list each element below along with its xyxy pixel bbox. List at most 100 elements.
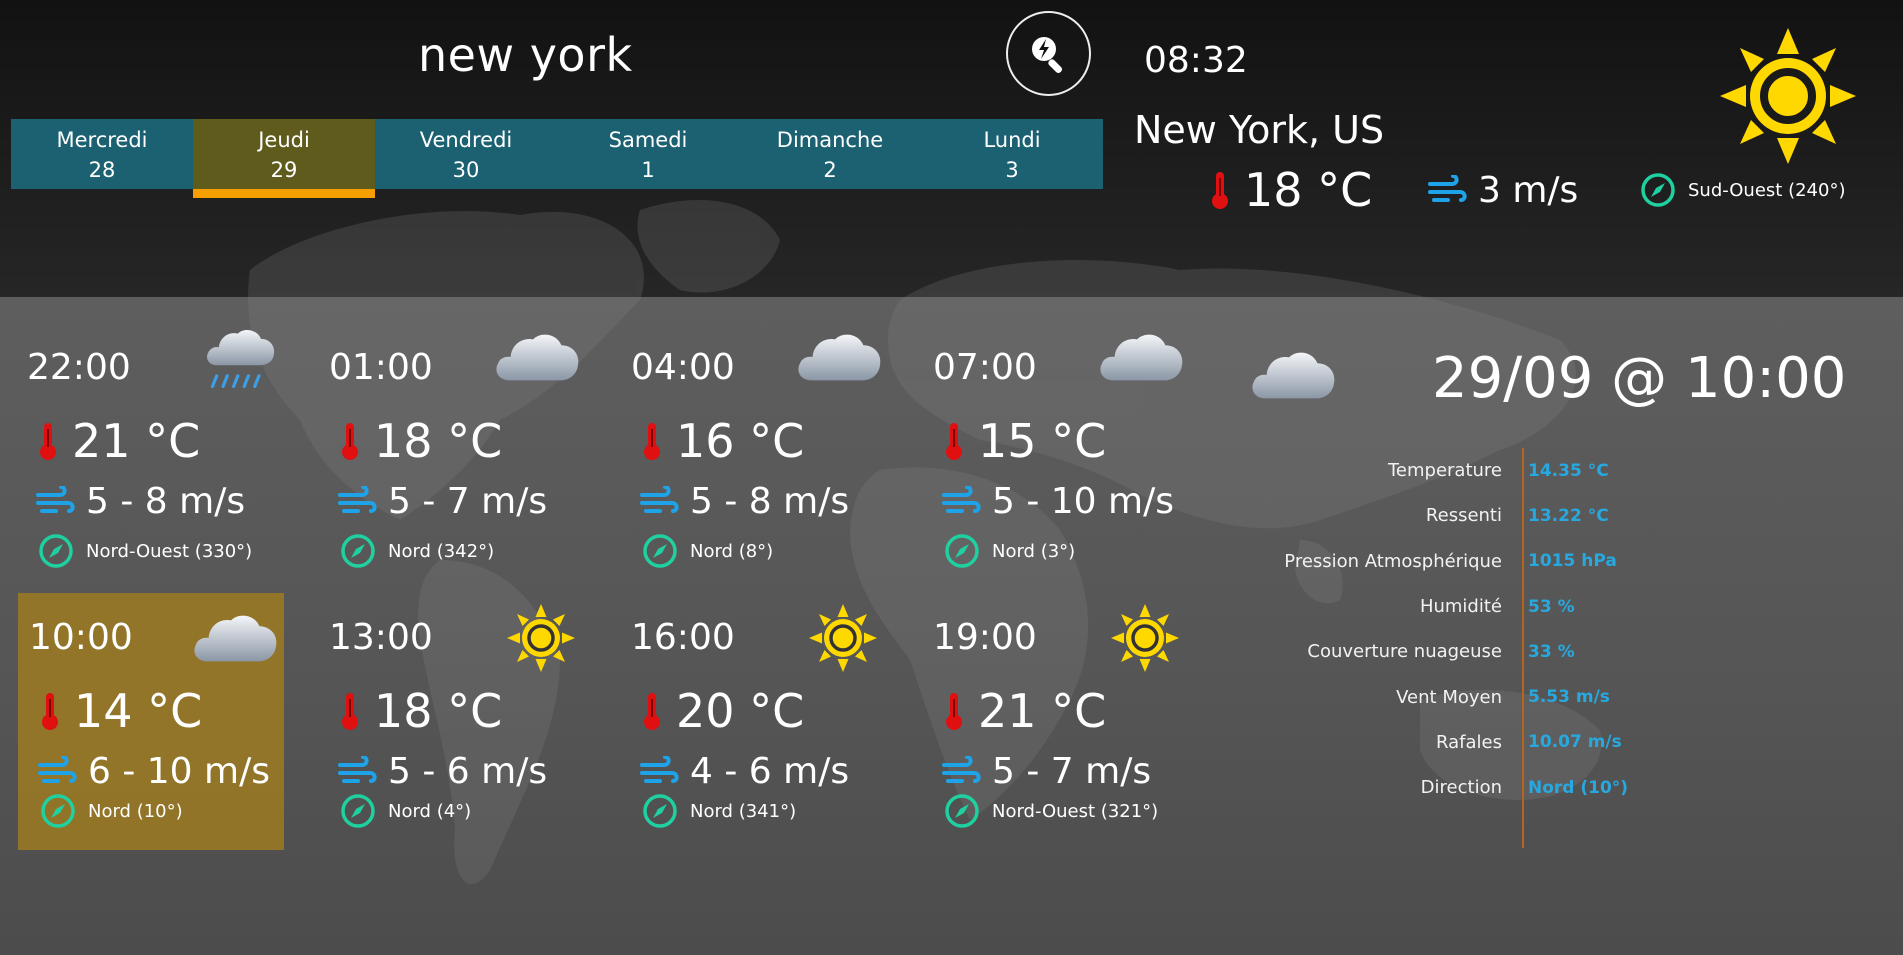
slot-time: 10:00 [29,617,133,658]
compass-icon [40,793,76,829]
detail-value: Nord (10°) [1528,777,1629,798]
day-tabs: Mercredi 28 Jeudi 29 Vendredi 30 Samedi … [11,119,1103,198]
location-name: New York, US [1134,108,1385,152]
slot-wind: 5 - 7 m/s [942,751,1151,792]
tab-day-dimanche[interactable]: Dimanche 2 [739,119,921,189]
tab-day-name: Dimanche [776,128,884,152]
slot-direction: Nord (4°) [340,793,471,829]
forecast-slot-0100[interactable]: 01:00 18 °C 5 - 7 m/s Nord (342°) [318,317,584,575]
tab-day-date: 1 [641,158,655,182]
slot-direction-value: Nord (10°) [88,800,183,822]
forecast-slot-1600[interactable]: 16:00 20 °C 4 - 6 m/s Nord (341°) [620,593,886,851]
compass-icon [38,533,74,569]
cloud-icon [794,324,882,386]
slot-time: 07:00 [933,347,1037,388]
sun-icon [1720,28,1856,164]
compass-icon [642,533,678,569]
detail-table: Temperature 14.35 °C Ressenti 13.22 °C P… [1160,448,1628,810]
detail-value: 10.07 m/s [1528,732,1622,753]
wind-icon [942,756,982,788]
detail-label: Temperature [1387,460,1502,482]
wind-icon [640,756,680,788]
thermometer-icon [340,421,360,461]
thermometer-icon [642,421,662,461]
slot-time: 04:00 [631,347,735,388]
compass-icon [340,533,376,569]
detail-label: Direction [1420,777,1502,799]
slot-wind-value: 5 - 8 m/s [86,481,246,522]
thermometer-icon [38,421,58,461]
city-search-query[interactable]: new york [418,28,633,82]
slot-direction: Nord (341°) [642,793,796,829]
slot-wind: 5 - 6 m/s [338,751,547,792]
forecast-slot-0400[interactable]: 04:00 16 °C 5 - 8 m/s Nord (8°) [620,317,886,575]
wind-icon [1428,174,1467,202]
tab-day-name: Jeudi [258,128,310,152]
detail-row-pression: Pression Atmosphérique 1015 hPa [1160,539,1628,584]
current-temperature: 18 °C [1210,163,1372,217]
tab-day-vendredi[interactable]: Vendredi 30 [375,119,557,189]
compass-icon [340,793,376,829]
detail-row-direction: Direction Nord (10°) [1160,765,1628,810]
compass-icon [944,793,980,829]
slot-time: 01:00 [329,347,433,388]
current-wind: 3 m/s [1428,170,1578,211]
wind-icon [38,756,78,788]
tab-day-samedi[interactable]: Samedi 1 [557,119,739,189]
slot-temperature-value: 18 °C [374,684,503,738]
tab-day-date: 2 [823,158,837,182]
forecast-slot-0700[interactable]: 07:00 15 °C 5 - 10 m/s Nord (3°) [922,317,1188,575]
detail-label: Pression Atmosphérique [1284,550,1502,572]
slot-time: 16:00 [631,617,735,658]
slot-wind-value: 5 - 8 m/s [690,481,850,522]
slot-direction: Nord-Ouest (330°) [38,533,252,569]
slot-direction-value: Nord-Ouest (330°) [86,540,253,562]
forecast-slot-2200[interactable]: 22:00 21 °C 5 - 8 m/s Nord-Ouest (330°) [16,317,282,575]
slot-direction: Nord-Ouest (321°) [944,793,1158,829]
thermometer-icon [1212,172,1228,209]
current-temperature-value: 18 °C [1244,163,1373,217]
slot-temperature: 21 °C [38,414,200,468]
tab-day-date: 28 [88,158,116,182]
tab-day-lundi[interactable]: Lundi 3 [921,119,1103,189]
detail-row-ressenti: Ressenti 13.22 °C [1160,493,1628,538]
wind-icon [338,756,378,788]
search-button[interactable] [1006,11,1091,96]
slot-temperature-value: 14 °C [74,684,203,738]
detail-label: Rafales [1436,731,1502,753]
detail-value: 5.53 m/s [1528,687,1610,708]
slot-temperature: 16 °C [642,414,804,468]
slot-wind-value: 4 - 6 m/s [690,751,850,792]
slot-wind: 6 - 10 m/s [38,751,270,792]
wind-icon [942,486,982,518]
slot-time: 13:00 [329,617,433,658]
tab-day-date: 29 [270,158,298,182]
wind-icon [338,486,378,518]
slot-temperature: 18 °C [340,414,502,468]
thermometer-icon [642,691,662,731]
tab-day-name: Mercredi [56,128,148,152]
slot-temperature: 18 °C [340,684,502,738]
forecast-slot-1000[interactable]: 10:00 14 °C 6 - 10 m/s Nord (10°) [18,593,284,850]
slot-direction: Nord (8°) [642,533,773,569]
current-weather-icon [1718,26,1858,170]
slot-time: 22:00 [27,347,131,388]
forecast-slot-1900[interactable]: 19:00 21 °C 5 - 7 m/s Nord-Ouest (321°) [922,593,1188,851]
search-icon [1031,36,1062,73]
tab-day-name: Lundi [983,128,1041,152]
forecast-slot-1300[interactable]: 13:00 18 °C 5 - 6 m/s Nord (4°) [318,593,584,851]
tab-day-mercredi[interactable]: Mercredi 28 [11,119,193,189]
compass-icon [944,533,980,569]
slot-wind: 5 - 7 m/s [338,481,547,522]
slot-temperature: 20 °C [642,684,804,738]
current-wind-direction: Sud-Ouest (240°) [1640,172,1845,208]
slot-temperature-value: 18 °C [374,414,503,468]
detail-label: Ressenti [1425,505,1502,527]
detail-value: 53 % [1528,596,1575,617]
slot-temperature: 15 °C [944,414,1106,468]
slot-direction: Nord (3°) [944,533,1075,569]
tab-day-name: Vendredi [419,128,513,152]
detail-title: 29/09 @ 10:00 [1432,346,1847,411]
tab-day-jeudi[interactable]: Jeudi 29 [193,119,375,198]
sun-icon [506,603,576,673]
